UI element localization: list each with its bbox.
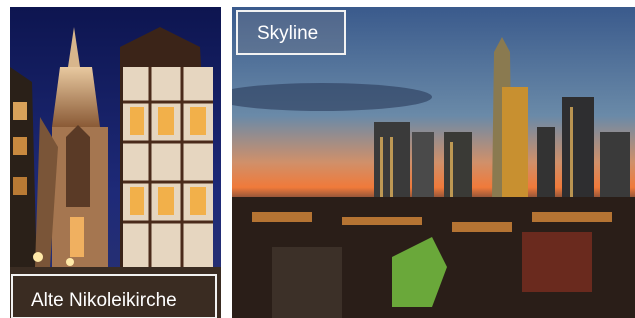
photo-gallery: Alte Nikoleikirche Skyline xyxy=(0,0,635,318)
caption-text: Skyline xyxy=(257,23,319,44)
church-photo xyxy=(10,7,221,318)
caption-text: Alte Nikoleikirche xyxy=(31,290,177,311)
gallery-tile-skyline[interactable]: Skyline xyxy=(232,7,635,318)
caption-alte-nikoleikirche: Alte Nikoleikirche xyxy=(11,274,217,318)
caption-skyline: Skyline xyxy=(236,10,346,55)
gallery-tile-church[interactable]: Alte Nikoleikirche xyxy=(10,7,221,318)
